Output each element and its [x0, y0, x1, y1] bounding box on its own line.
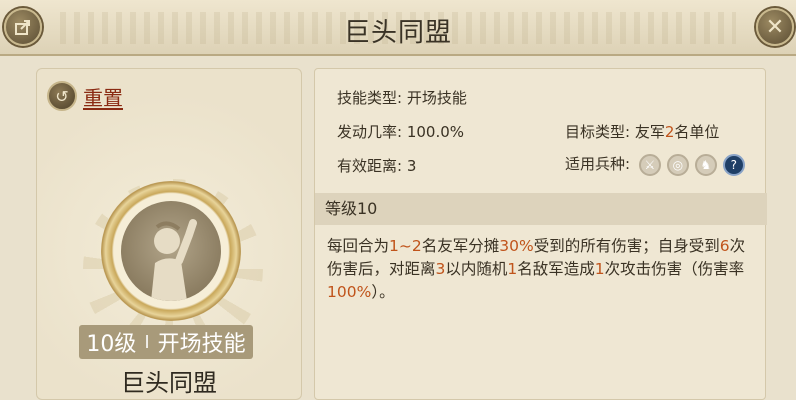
hero-figure-icon — [121, 201, 221, 301]
level-text: 10级 — [86, 332, 137, 357]
skill-type-value: 开场技能 — [406, 89, 467, 107]
desc-text: 次攻击伤害（伤害率 — [604, 260, 745, 278]
target-count: 2 — [664, 123, 675, 141]
range-row: 有效距离: 3 — [337, 155, 416, 176]
desc-text: ）。 — [371, 283, 395, 301]
trigger-rate-value: 100.0% — [406, 123, 465, 141]
desc-highlight: 1~2 — [389, 237, 422, 255]
range-value: 3 — [406, 157, 417, 175]
desc-highlight: 30% — [499, 237, 534, 255]
desc-text: 每回合为 — [327, 237, 390, 255]
skill-portrait — [101, 181, 241, 321]
sword-icon[interactable]: ⚔ — [638, 153, 661, 176]
target-suffix: 名单位 — [674, 123, 720, 141]
bow-icon[interactable]: ◎ — [666, 153, 689, 176]
range-label: 有效距离: — [337, 157, 403, 175]
target-type-row: 目标类型: 友军2名单位 — [565, 121, 719, 142]
desc-text: 名友军分摊 — [421, 237, 500, 255]
reset-label: 重置 — [83, 85, 123, 110]
reset-icon: ↺ — [47, 81, 77, 111]
skill-type-row: 技能类型: 开场技能 — [337, 87, 467, 108]
target-prefix: 友军 — [634, 123, 665, 141]
trigger-rate-label: 发动几率: — [337, 123, 403, 141]
desc-text: 名敌军造成 — [517, 260, 595, 278]
desc-highlight: 1 — [594, 260, 605, 278]
close-icon: ✕ — [765, 14, 785, 40]
skill-type-text: 开场技能 — [157, 332, 246, 357]
trigger-rate-row: 发动几率: 100.0% — [337, 121, 464, 142]
desc-text: 受到的所有伤害；自身受到 — [533, 237, 720, 255]
target-type-label: 目标类型: — [565, 123, 631, 141]
desc-highlight: 1 — [507, 260, 518, 278]
desc-highlight: 6 — [719, 237, 730, 255]
skill-card: ↺ 重置 10级 I 开场技能 巨头同盟 — [36, 68, 302, 400]
question-icon[interactable]: ? — [722, 153, 745, 176]
window-title: 巨头同盟 — [343, 18, 452, 48]
desc-text: 以内随机 — [445, 260, 508, 278]
troop-type-label: 适用兵种: — [565, 155, 631, 173]
horse-icon[interactable]: ♞ — [694, 153, 717, 176]
skill-details: 技能类型: 开场技能 发动几率: 100.0% 目标类型: 友军2名单位 有效距… — [314, 68, 767, 400]
reset-button[interactable]: ↺ 重置 — [47, 81, 123, 111]
desc-highlight: 100% — [327, 283, 372, 301]
level-header: 等级10 — [315, 193, 767, 225]
close-button[interactable]: ✕ — [756, 8, 794, 46]
troop-type-row: 适用兵种: ⚔ ◎ ♞ ? — [565, 153, 745, 176]
level-separator: I — [144, 331, 150, 353]
skill-type-label: 技能类型: — [337, 89, 403, 107]
skill-description: 每回合为1~2名友军分摊30%受到的所有伤害；自身受到6次伤害后，对距离3以内随… — [327, 235, 759, 304]
title-bar: 巨头同盟 ✕ — [0, 0, 796, 56]
level-badge: 10级 I 开场技能 — [79, 325, 253, 359]
desc-highlight: 3 — [435, 260, 446, 278]
skill-name: 巨头同盟 — [121, 369, 217, 397]
